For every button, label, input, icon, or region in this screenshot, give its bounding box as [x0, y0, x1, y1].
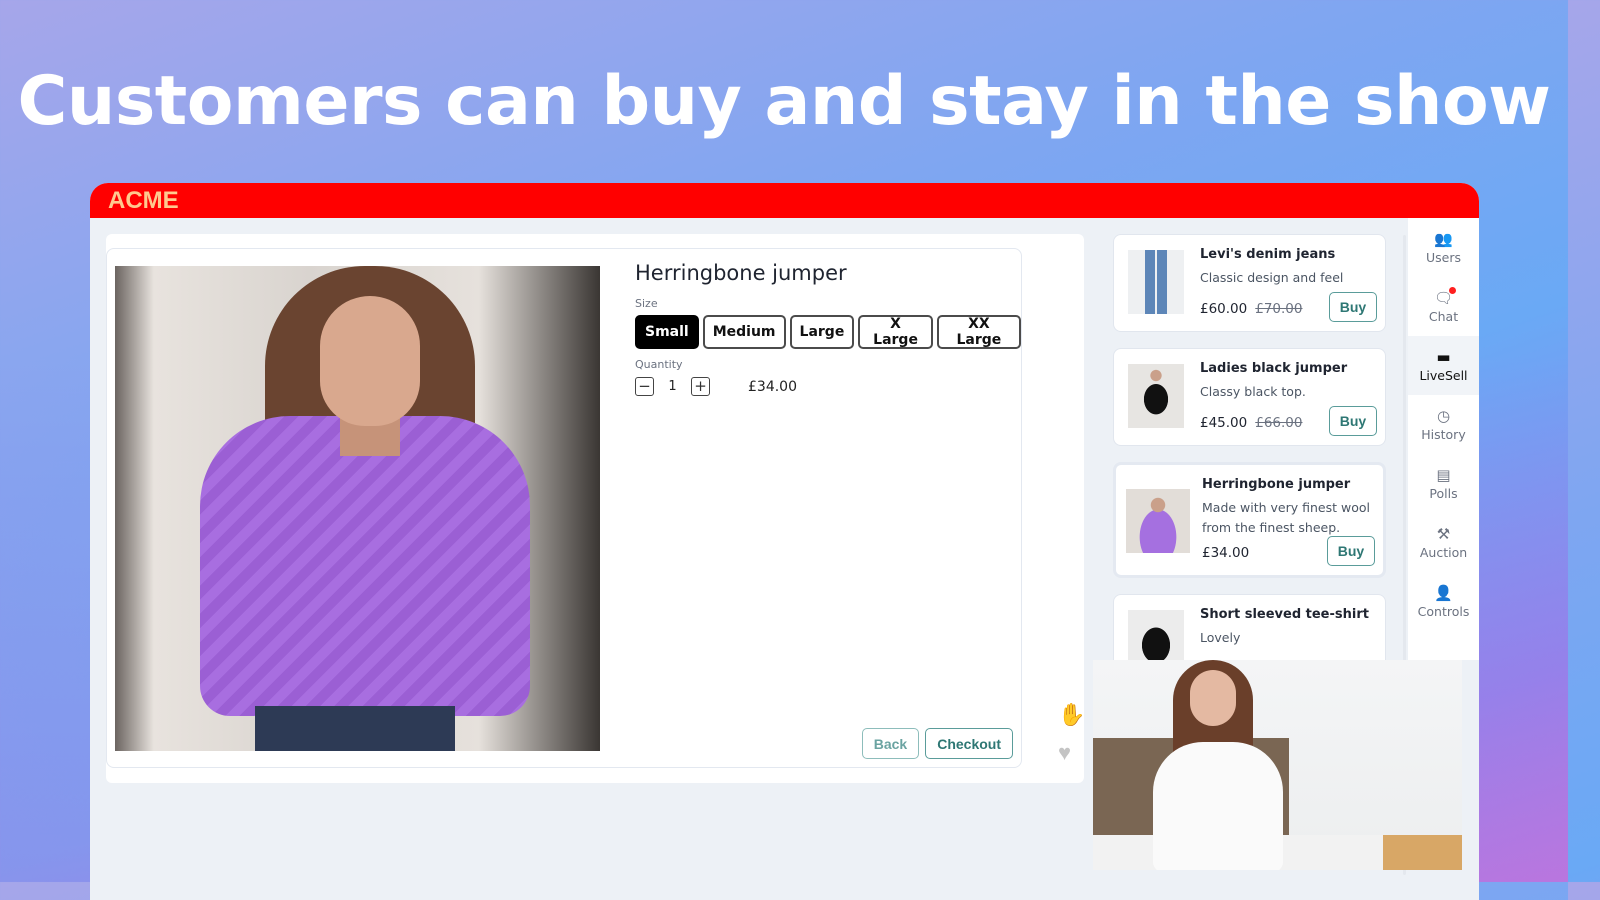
product-thumbnail: [1128, 610, 1184, 664]
app-window: ACME Herringbone jumper Size Small Mediu…: [90, 183, 1479, 900]
item-price: £34.00: [1202, 545, 1250, 561]
item-description: Lovely: [1200, 630, 1241, 645]
top-bar: ACME: [90, 183, 1479, 218]
product-price: £34.00: [748, 378, 797, 395]
list-item[interactable]: Levi's denim jeans Classic design and fe…: [1113, 234, 1386, 332]
store-icon: ▬: [1436, 348, 1451, 366]
rail-item-auction[interactable]: ⚒ Auction: [1408, 513, 1479, 572]
product-thumbnail: [1126, 489, 1190, 553]
rail-label: Users: [1425, 250, 1461, 265]
buy-button[interactable]: Buy: [1327, 536, 1375, 566]
item-description: Classic design and feel: [1200, 270, 1344, 285]
product-thumbnail: [1128, 364, 1184, 428]
user-shield-icon: 👤: [1434, 584, 1453, 602]
rail-item-chat[interactable]: 🗨 Chat: [1408, 277, 1479, 336]
rail-label: History: [1421, 427, 1466, 442]
item-description: Classy black top.: [1200, 384, 1306, 399]
back-button[interactable]: Back: [861, 728, 920, 759]
rail-label: Auction: [1419, 545, 1468, 560]
size-selector: Small Medium Large X Large XX Large: [635, 315, 1021, 349]
raise-hand-icon[interactable]: ✋: [1058, 702, 1085, 728]
main-panel: Herringbone jumper Size Small Medium Lar…: [106, 234, 1085, 783]
size-option-small[interactable]: Small: [635, 315, 699, 349]
brand-logo: ACME: [108, 186, 179, 214]
decrement-button[interactable]: −: [635, 377, 654, 396]
increment-button[interactable]: +: [691, 377, 710, 396]
item-price: £60.00: [1200, 301, 1248, 317]
list-item[interactable]: Ladies black jumper Classy black top. £4…: [1113, 348, 1386, 446]
item-description: Made with very finest wool from the fine…: [1202, 500, 1370, 535]
item-name: Herringbone jumper: [1202, 477, 1351, 492]
size-option-large[interactable]: Large: [789, 315, 855, 349]
notification-badge: [1449, 287, 1456, 294]
product-detail-card: Herringbone jumper Size Small Medium Lar…: [106, 248, 1022, 768]
users-icon: 👥: [1434, 230, 1453, 248]
size-option-medium[interactable]: Medium: [702, 315, 786, 349]
action-buttons: Back Checkout: [861, 728, 1013, 759]
rail-label: LiveSell: [1419, 368, 1468, 383]
side-rail: 👥 Users 🗨 Chat ▬ LiveSell ◷ History ▤ Po…: [1408, 218, 1479, 660]
buy-button[interactable]: Buy: [1329, 292, 1377, 322]
gavel-icon: ⚒: [1436, 525, 1451, 543]
rail-label: Controls: [1417, 604, 1470, 619]
rail-label: Polls: [1429, 486, 1458, 501]
item-name: Ladies black jumper: [1200, 361, 1348, 376]
product-list: Levi's denim jeans Classic design and fe…: [1113, 234, 1386, 664]
rail-item-polls[interactable]: ▤ Polls: [1408, 454, 1479, 513]
quantity-value: 1: [668, 379, 677, 394]
item-old-price: £66.00: [1255, 415, 1303, 431]
item-old-price: £70.00: [1255, 301, 1303, 317]
rail-label: Chat: [1428, 309, 1459, 324]
list-item[interactable]: Short sleeved tee-shirt Lovely Buy: [1113, 594, 1386, 664]
item-name: Levi's denim jeans: [1200, 247, 1336, 262]
reactions: ✋ ♥: [1058, 702, 1085, 766]
rail-item-livesell[interactable]: ▬ LiveSell: [1408, 336, 1479, 395]
item-name: Short sleeved tee-shirt: [1200, 607, 1369, 622]
clock-icon: ◷: [1436, 407, 1451, 425]
product-thumbnail: [1128, 250, 1184, 314]
rail-item-controls[interactable]: 👤 Controls: [1408, 572, 1479, 631]
size-option-xx-large[interactable]: XX Large: [936, 315, 1021, 349]
item-price: £45.00: [1200, 415, 1248, 431]
live-video[interactable]: [1093, 660, 1462, 870]
size-label: Size: [635, 297, 658, 310]
quantity-label: Quantity: [635, 358, 683, 371]
product-details: Herringbone jumper Size Small Medium Lar…: [635, 261, 1021, 396]
list-item-active[interactable]: Herringbone jumper Made with very finest…: [1113, 462, 1386, 578]
rail-item-history[interactable]: ◷ History: [1408, 395, 1479, 454]
heart-icon[interactable]: ♥: [1058, 740, 1085, 766]
size-option-x-large[interactable]: X Large: [858, 315, 933, 349]
product-title: Herringbone jumper: [635, 261, 847, 285]
poll-icon: ▤: [1436, 466, 1451, 484]
rail-item-users[interactable]: 👥 Users: [1408, 218, 1479, 277]
checkout-button[interactable]: Checkout: [925, 728, 1013, 759]
headline: Customers can buy and stay in the show: [17, 62, 1551, 141]
quantity-stepper: − 1 + £34.00: [635, 377, 1021, 396]
product-image: [115, 266, 600, 751]
buy-button[interactable]: Buy: [1329, 406, 1377, 436]
